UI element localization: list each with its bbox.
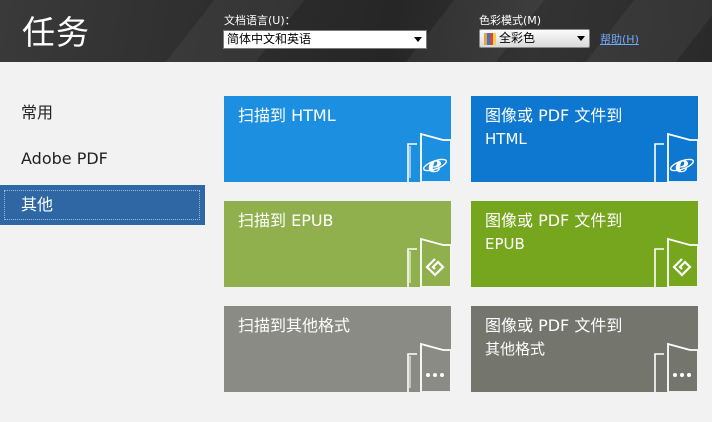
help-link[interactable]: 帮助(H): [600, 31, 639, 47]
focus-outline: [4, 190, 200, 220]
tile-label: 图像或 PDF 文件到: [485, 316, 623, 335]
svg-text:e: e: [428, 152, 442, 178]
tile-image-pdf-to-html[interactable]: 图像或 PDF 文件到 HTML e: [471, 96, 698, 182]
chevron-down-icon: [577, 36, 585, 41]
tile-label-line2: EPUB: [485, 235, 525, 253]
html-ie-icon: e: [654, 132, 698, 182]
header-bar: 任务 文档语言(U)： 简体中文和英语 色彩模式(M) 全彩色 帮助(H): [0, 0, 712, 62]
color-mode-value: 全彩色: [499, 31, 536, 45]
color-mode-select[interactable]: 全彩色: [479, 29, 590, 48]
color-palette-icon: [484, 33, 496, 45]
document-language-label: 文档语言(U)：: [224, 14, 296, 27]
tile-label: 扫描到 EPUB: [238, 211, 334, 230]
tile-scan-to-epub[interactable]: 扫描到 EPUB: [224, 201, 451, 287]
tile-label-line2: 其他格式: [485, 340, 546, 358]
html-ie-icon: e: [407, 132, 451, 182]
chevron-down-icon: [414, 37, 422, 42]
tile-image-pdf-to-epub[interactable]: 图像或 PDF 文件到 EPUB: [471, 201, 698, 287]
svg-text:e: e: [675, 152, 689, 178]
sidebar-item-adobe-pdf[interactable]: Adobe PDF: [0, 139, 205, 179]
sidebar-item-other[interactable]: 其他: [0, 185, 205, 225]
document-language-select[interactable]: 简体中文和英语: [223, 30, 427, 49]
tile-image-pdf-to-other-formats[interactable]: 图像或 PDF 文件到 其他格式: [471, 306, 698, 392]
sidebar-item-label: 常用: [21, 103, 54, 122]
tile-label: 图像或 PDF 文件到: [485, 211, 623, 230]
tile-label: 扫描到 HTML: [238, 106, 336, 125]
tile-scan-to-html[interactable]: 扫描到 HTML e: [224, 96, 451, 182]
document-language-value: 简体中文和英语: [227, 32, 312, 46]
epub-icon: [407, 237, 451, 287]
tile-label: 图像或 PDF 文件到: [485, 106, 623, 125]
sidebar-item-common[interactable]: 常用: [0, 93, 205, 133]
ellipsis-icon: [407, 342, 451, 392]
tile-scan-to-other-formats[interactable]: 扫描到其他格式: [224, 306, 451, 392]
tile-label-line2: HTML: [485, 130, 527, 148]
epub-icon: [654, 237, 698, 287]
sidebar-item-label: Adobe PDF: [21, 149, 108, 168]
ellipsis-icon: [654, 342, 698, 392]
page-title: 任务: [22, 13, 90, 52]
color-mode-label: 色彩模式(M): [479, 14, 542, 27]
tile-label: 扫描到其他格式: [238, 316, 351, 335]
